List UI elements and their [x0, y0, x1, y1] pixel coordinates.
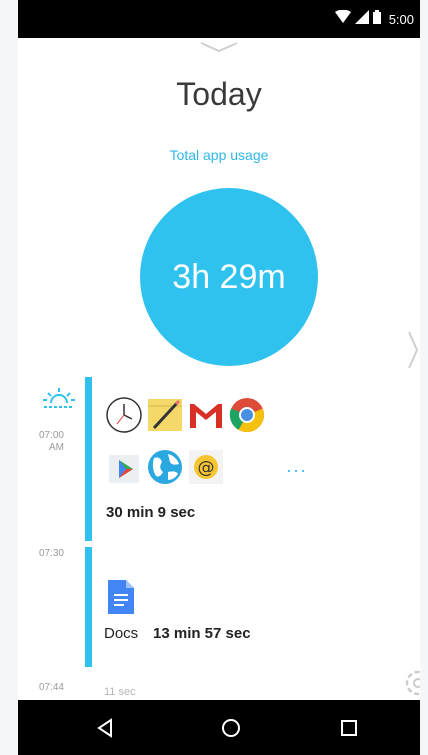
session-duration-short: 11 sec	[104, 686, 136, 698]
play-store-icon[interactable]	[105, 448, 143, 486]
timeline-bar	[85, 377, 92, 667]
more-apps-button[interactable]: ···	[286, 460, 307, 481]
left-edge	[0, 0, 18, 755]
app-name-docs: Docs	[104, 625, 139, 642]
email-icon[interactable]: @	[187, 448, 225, 486]
app-screen: 5:00 Today Total app usage 3h 29m 07:00 …	[18, 0, 420, 755]
gmail-icon[interactable]	[187, 396, 225, 434]
time-label: 07:44	[38, 682, 64, 693]
right-edge	[420, 0, 428, 755]
sunrise-icon	[43, 388, 75, 408]
recents-icon[interactable]	[337, 716, 361, 740]
browser-icon[interactable]	[146, 448, 184, 486]
status-time: 5:00	[388, 12, 414, 27]
total-usage-circle[interactable]: 3h 29m	[140, 188, 318, 366]
chrome-icon[interactable]	[228, 396, 266, 434]
wifi-icon	[334, 9, 351, 29]
chevron-down-icon[interactable]	[199, 40, 239, 54]
battery-icon	[372, 10, 381, 29]
back-icon[interactable]	[93, 716, 117, 740]
clock-icon[interactable]	[105, 396, 143, 434]
time-label: 07:30	[38, 548, 64, 559]
session-duration: 30 min 9 sec	[106, 504, 196, 521]
timeline-segment	[85, 377, 92, 541]
timeline-segment	[85, 547, 92, 667]
time-label: 07:00 AM	[38, 430, 64, 453]
total-usage-value: 3h 29m	[172, 257, 286, 296]
docs-icon[interactable]	[108, 580, 134, 614]
status-bar: 5:00	[18, 0, 420, 38]
gear-icon[interactable]	[403, 668, 420, 698]
total-usage-label: Total app usage	[169, 147, 269, 163]
page-title: Today	[176, 76, 262, 112]
home-icon[interactable]	[219, 716, 243, 740]
navigation-bar	[18, 700, 420, 755]
docs-duration: 13 min 57 sec	[153, 625, 251, 642]
notes-icon[interactable]	[146, 396, 184, 434]
svg-text:@: @	[198, 458, 215, 478]
signal-icon	[354, 10, 369, 29]
chevron-right-icon[interactable]	[406, 330, 420, 370]
